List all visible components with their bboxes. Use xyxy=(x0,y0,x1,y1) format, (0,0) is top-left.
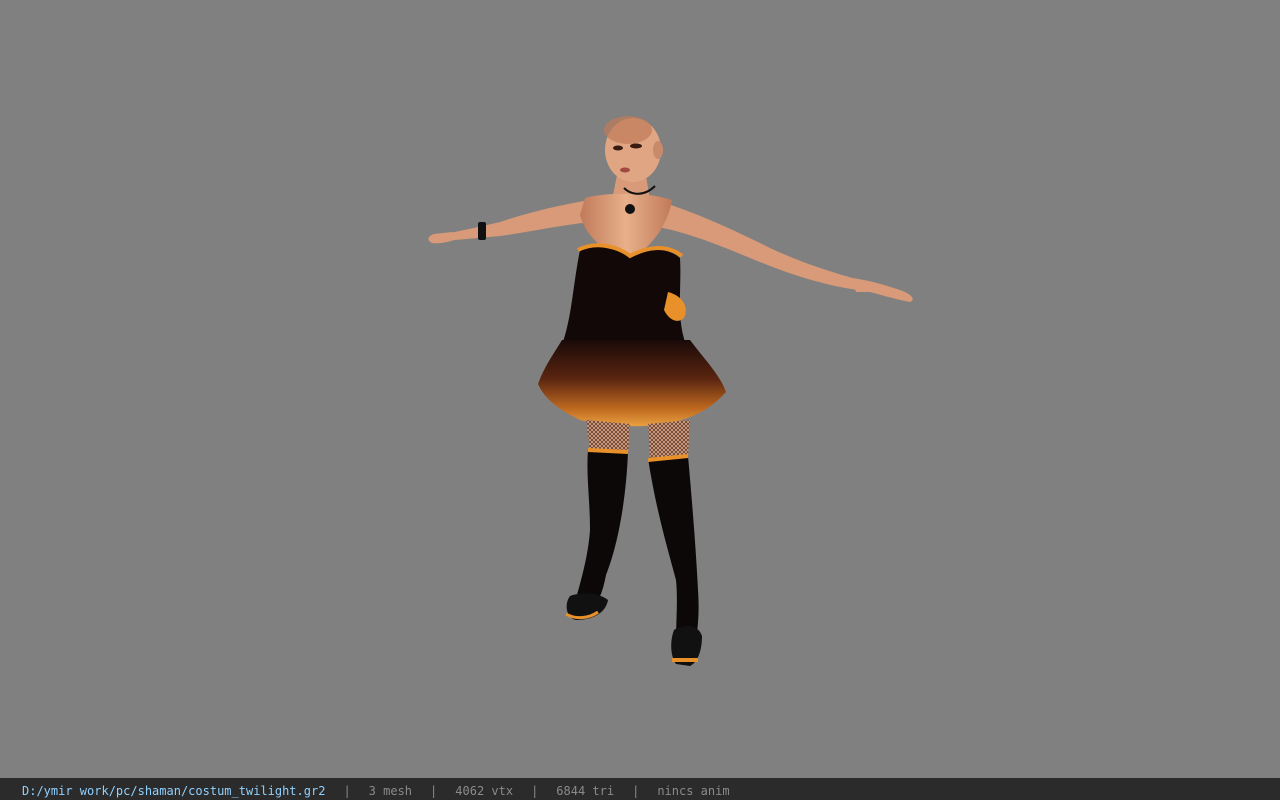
right-stocking xyxy=(648,456,699,642)
animation-status: nincs anim xyxy=(657,784,730,798)
3d-viewport[interactable] xyxy=(0,0,1280,778)
separator: | xyxy=(632,784,640,798)
file-path: D:/ymir work/pc/shaman/costum_twilight.g… xyxy=(22,784,326,798)
separator: | xyxy=(531,784,539,798)
separator: | xyxy=(430,784,438,798)
dress-skirt xyxy=(538,340,726,427)
status-bar: D:/ymir work/pc/shaman/costum_twilight.g… xyxy=(0,778,1280,800)
character-model-icon xyxy=(428,116,913,666)
left-arm xyxy=(432,200,592,242)
vertex-count: 4062 vtx xyxy=(455,784,514,798)
triangle-count: 6844 tri xyxy=(556,784,615,798)
left-stocking xyxy=(574,450,628,608)
separator: | xyxy=(343,784,351,798)
right-arm xyxy=(652,200,860,290)
mesh-count: 3 mesh xyxy=(368,784,413,798)
